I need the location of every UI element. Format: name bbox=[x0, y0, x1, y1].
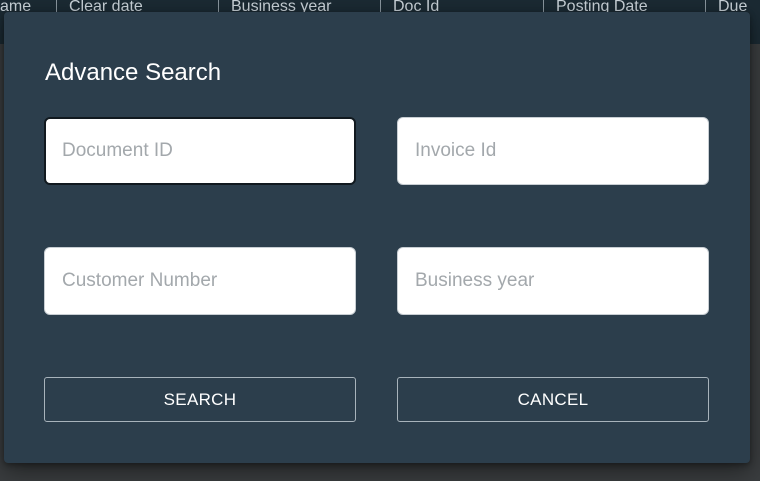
customer-number-field bbox=[44, 247, 356, 315]
search-button[interactable]: SEARCH bbox=[44, 377, 356, 422]
invoice-id-field bbox=[397, 117, 709, 185]
dialog-title: Advance Search bbox=[45, 59, 222, 86]
invoice-id-input[interactable] bbox=[398, 118, 708, 184]
business-year-field bbox=[397, 247, 709, 315]
document-id-input[interactable] bbox=[46, 119, 354, 183]
cancel-button[interactable]: CANCEL bbox=[397, 377, 709, 422]
business-year-input[interactable] bbox=[398, 248, 708, 314]
advance-search-dialog: Advance Search SEARCH CANCEL bbox=[4, 12, 750, 463]
customer-number-input[interactable] bbox=[45, 248, 355, 314]
document-id-field bbox=[44, 117, 356, 185]
